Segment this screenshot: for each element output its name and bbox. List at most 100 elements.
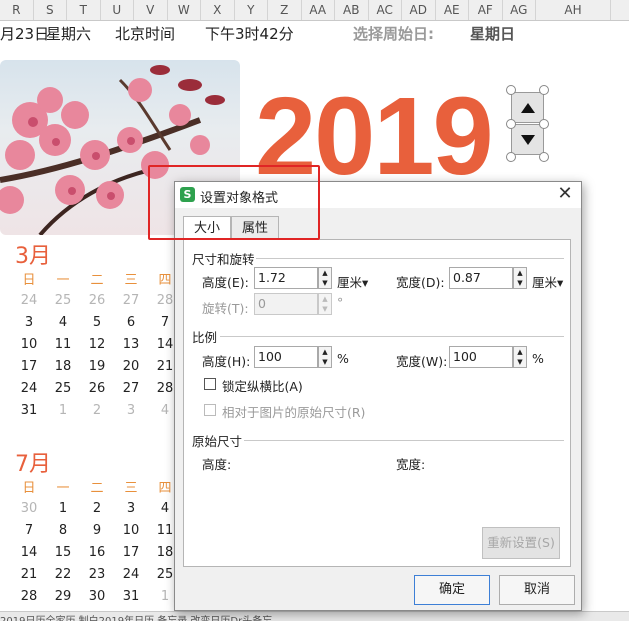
width-spinner[interactable]: ▲ ▼: [513, 267, 527, 289]
column-header[interactable]: AE: [436, 0, 469, 20]
calendar-day[interactable]: 31: [114, 589, 148, 604]
scale-width-spinner[interactable]: ▲ ▼: [513, 346, 527, 368]
calendar-day[interactable]: 28: [12, 589, 46, 604]
column-header[interactable]: AD: [402, 0, 436, 20]
calendar-day[interactable]: 9: [80, 523, 114, 538]
calendar-day[interactable]: 25: [46, 293, 80, 308]
calendar-day[interactable]: 2: [80, 501, 114, 516]
scale-height-spinner[interactable]: ▲ ▼: [318, 346, 332, 368]
calendar-day[interactable]: 30: [80, 589, 114, 604]
calendar-day[interactable]: 2: [80, 403, 114, 418]
calendar-day[interactable]: 26: [80, 293, 114, 308]
timezone-text: 北京时间: [115, 24, 176, 43]
column-header[interactable]: AF: [469, 0, 503, 20]
calendar-day[interactable]: 30: [12, 501, 46, 516]
calendar-day[interactable]: 3: [114, 403, 148, 418]
column-header[interactable]: AB: [335, 0, 369, 20]
calendar-day[interactable]: 4: [46, 315, 80, 330]
selection-handle[interactable]: [539, 119, 549, 129]
close-icon[interactable]: ✕: [555, 184, 575, 204]
rotation-spinner[interactable]: ▲ ▼: [318, 293, 332, 315]
calendar-day[interactable]: 7: [12, 523, 46, 538]
column-header[interactable]: U: [101, 0, 134, 20]
calendar-day[interactable]: 19: [80, 359, 114, 374]
column-header[interactable]: Y: [235, 0, 268, 20]
section-size-rotation: 尺寸和旋转: [192, 252, 255, 267]
column-header[interactable]: Z: [268, 0, 302, 20]
column-header[interactable]: AG: [503, 0, 536, 20]
column-header[interactable]: R: [0, 0, 34, 20]
calendar-day[interactable]: 29: [46, 589, 80, 604]
selection-handle[interactable]: [506, 85, 516, 95]
calendar-day[interactable]: 27: [114, 381, 148, 396]
calendar-day[interactable]: 24: [12, 293, 46, 308]
calendar-day[interactable]: 24: [12, 381, 46, 396]
column-header[interactable]: S: [34, 0, 67, 20]
lock-aspect-checkbox[interactable]: [204, 378, 216, 390]
calendar-day[interactable]: 1: [46, 501, 80, 516]
column-header[interactable]: X: [201, 0, 235, 20]
calendar-day[interactable]: 8: [46, 523, 80, 538]
calendar-day[interactable]: 21: [12, 567, 46, 582]
column-header[interactable]: T: [67, 0, 101, 20]
height-spinner[interactable]: ▲ ▼: [318, 267, 332, 289]
calendar-day[interactable]: 31: [12, 403, 46, 418]
column-header[interactable]: V: [134, 0, 168, 20]
week-start-value[interactable]: 星期日: [470, 23, 515, 44]
selection-handle[interactable]: [506, 152, 516, 162]
calendar-day[interactable]: 11: [46, 337, 80, 352]
height-input[interactable]: 1.72: [254, 267, 318, 289]
calendar-week-row: 30 1 2 3 4: [12, 497, 177, 519]
calendar-day[interactable]: 24: [114, 567, 148, 582]
selection-handle[interactable]: [506, 119, 516, 129]
calendar-day[interactable]: 3: [114, 501, 148, 516]
calendar-day[interactable]: 18: [46, 359, 80, 374]
column-header[interactable]: AC: [369, 0, 402, 20]
selection-handle[interactable]: [539, 85, 549, 95]
calendar-day[interactable]: 14: [12, 545, 46, 560]
column-header[interactable]: W: [168, 0, 201, 20]
rotation-input[interactable]: 0: [254, 293, 318, 315]
calendar-day[interactable]: 16: [80, 545, 114, 560]
calendar-day[interactable]: 10: [114, 523, 148, 538]
calendar-day[interactable]: 17: [12, 359, 46, 374]
calendar-day[interactable]: 13: [114, 337, 148, 352]
width-unit-select[interactable]: 厘米▾: [532, 272, 563, 291]
section-divider: [220, 336, 564, 337]
scale-width-input[interactable]: 100: [449, 346, 513, 368]
scale-height-input[interactable]: 100: [254, 346, 318, 368]
relative-original-label: 相对于图片的原始尺寸(R): [222, 405, 366, 420]
column-header[interactable]: AH: [536, 0, 611, 20]
weekday-header-row: 日一二三四: [12, 267, 177, 289]
year-up-button[interactable]: [511, 92, 544, 123]
calendar-day[interactable]: 10: [12, 337, 46, 352]
calendar-day[interactable]: 5: [80, 315, 114, 330]
calendar-day[interactable]: 25: [46, 381, 80, 396]
calendar-week-row: 31 1 2 3 4: [12, 399, 177, 421]
weekday-label: 一: [56, 480, 70, 496]
reset-button[interactable]: 重新设置(S): [482, 527, 560, 559]
height-unit-select[interactable]: 厘米▾: [337, 272, 368, 291]
calendar-day[interactable]: 3: [12, 315, 46, 330]
ok-button[interactable]: 确定: [414, 575, 490, 605]
calendar-day[interactable]: 26: [80, 381, 114, 396]
calendar-day[interactable]: 1: [46, 403, 80, 418]
cancel-button[interactable]: 取消: [499, 575, 575, 605]
selection-handle[interactable]: [539, 152, 549, 162]
calendar-day[interactable]: 12: [80, 337, 114, 352]
scale-height-percent: %: [337, 351, 349, 366]
calendar-day[interactable]: 6: [114, 315, 148, 330]
width-input[interactable]: 0.87: [449, 267, 513, 289]
calendar-day[interactable]: 27: [114, 293, 148, 308]
calendar-day[interactable]: 15: [46, 545, 80, 560]
calendar-day[interactable]: 20: [114, 359, 148, 374]
month-title-march: 3月: [15, 244, 51, 269]
calendar-week-row: 14 15 16 17 18: [12, 541, 177, 563]
weekday-label: 三: [124, 272, 138, 288]
year-down-button[interactable]: [511, 124, 544, 155]
calendar-day[interactable]: 17: [114, 545, 148, 560]
calendar-day[interactable]: 23: [80, 567, 114, 582]
calendar-day[interactable]: 22: [46, 567, 80, 582]
relative-original-checkbox[interactable]: [204, 404, 216, 416]
column-header[interactable]: AA: [302, 0, 335, 20]
